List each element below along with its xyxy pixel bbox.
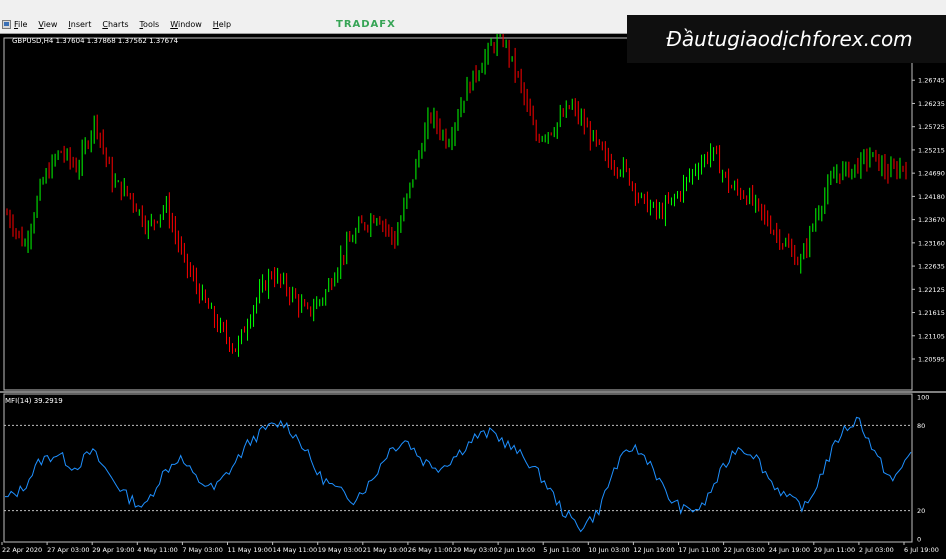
tradafx-logo: TRADAFX [336,19,396,30]
time-label: 10 Jun 03:00 [588,546,629,554]
price-label: 1.20595 [918,356,945,364]
price-label: 1.23670 [918,216,945,224]
price-label: 1.21105 [918,332,945,340]
time-label: 11 May 19:00 [228,546,273,554]
price-label: 1.25725 [918,123,945,131]
menu-charts[interactable]: Charts [102,20,128,29]
time-label: 29 Apr 19:00 [92,546,134,554]
price-label: 1.21615 [918,309,945,317]
time-label: 12 Jun 19:00 [633,546,674,554]
menu-window[interactable]: Window [170,20,202,29]
watermark-banner: Đầutugiaodịchforex.com [627,15,946,63]
mfi-line [5,416,912,533]
time-label: 29 May 03:00 [453,546,498,554]
time-label: 7 May 03:00 [182,546,222,554]
price-label: 1.22635 [918,263,945,271]
time-label: 17 Jun 11:00 [679,546,720,554]
time-label: 14 May 11:00 [273,546,318,554]
price-label: 1.25215 [918,146,945,154]
symbol-info: GBPUSD,H4 1.37604 1.37868 1.37562 1.3767… [12,37,179,45]
mfi-level-label: 0 [917,536,921,544]
menu-file[interactable]: File [14,20,27,29]
menu-insert[interactable]: Insert [68,20,91,29]
time-label: 19 May 03:00 [318,546,363,554]
menu-view[interactable]: View [38,20,57,29]
price-label: 1.26235 [918,100,945,108]
time-label: 2 Jul 03:00 [859,546,894,554]
time-label: 6 Jul 19:00 [904,546,939,554]
app-window-icon[interactable] [2,20,11,29]
main-chart-frame [3,37,913,391]
price-label: 1.24690 [918,170,945,178]
time-label: 21 May 19:00 [363,546,408,554]
time-label: 2 Jun 19:00 [498,546,535,554]
time-label: 27 Apr 03:00 [47,546,89,554]
indicator-title: MFI(14) 39.2919 [5,397,63,405]
mfi-level-label: 80 [917,422,925,430]
chart-canvas: 1.272701.267451.262351.257251.252151.246… [0,34,946,554]
price-label: 1.22125 [918,286,945,294]
time-label: 22 Jun 03:00 [724,546,765,554]
mfi-level-label: 100 [917,394,929,402]
time-label: 4 May 11:00 [137,546,177,554]
menu-items: File View Insert Charts Tools Window Hel… [14,20,242,29]
menu-tools[interactable]: Tools [140,20,160,29]
mfi-level-label: 20 [917,507,925,515]
chart-window[interactable]: 1.272701.267451.262351.257251.252151.246… [0,34,946,559]
time-label: 26 May 11:00 [408,546,453,554]
indicator-frame [3,393,913,543]
menu-help[interactable]: Help [213,20,231,29]
time-label: 29 Jun 11:00 [814,546,855,554]
time-label: 5 Jun 11:00 [543,546,580,554]
time-label: 24 Jun 19:00 [769,546,810,554]
time-label: 22 Apr 2020 [2,546,42,554]
price-label: 1.24180 [918,193,945,201]
price-label: 1.26745 [918,77,945,85]
price-label: 1.23160 [918,239,945,247]
